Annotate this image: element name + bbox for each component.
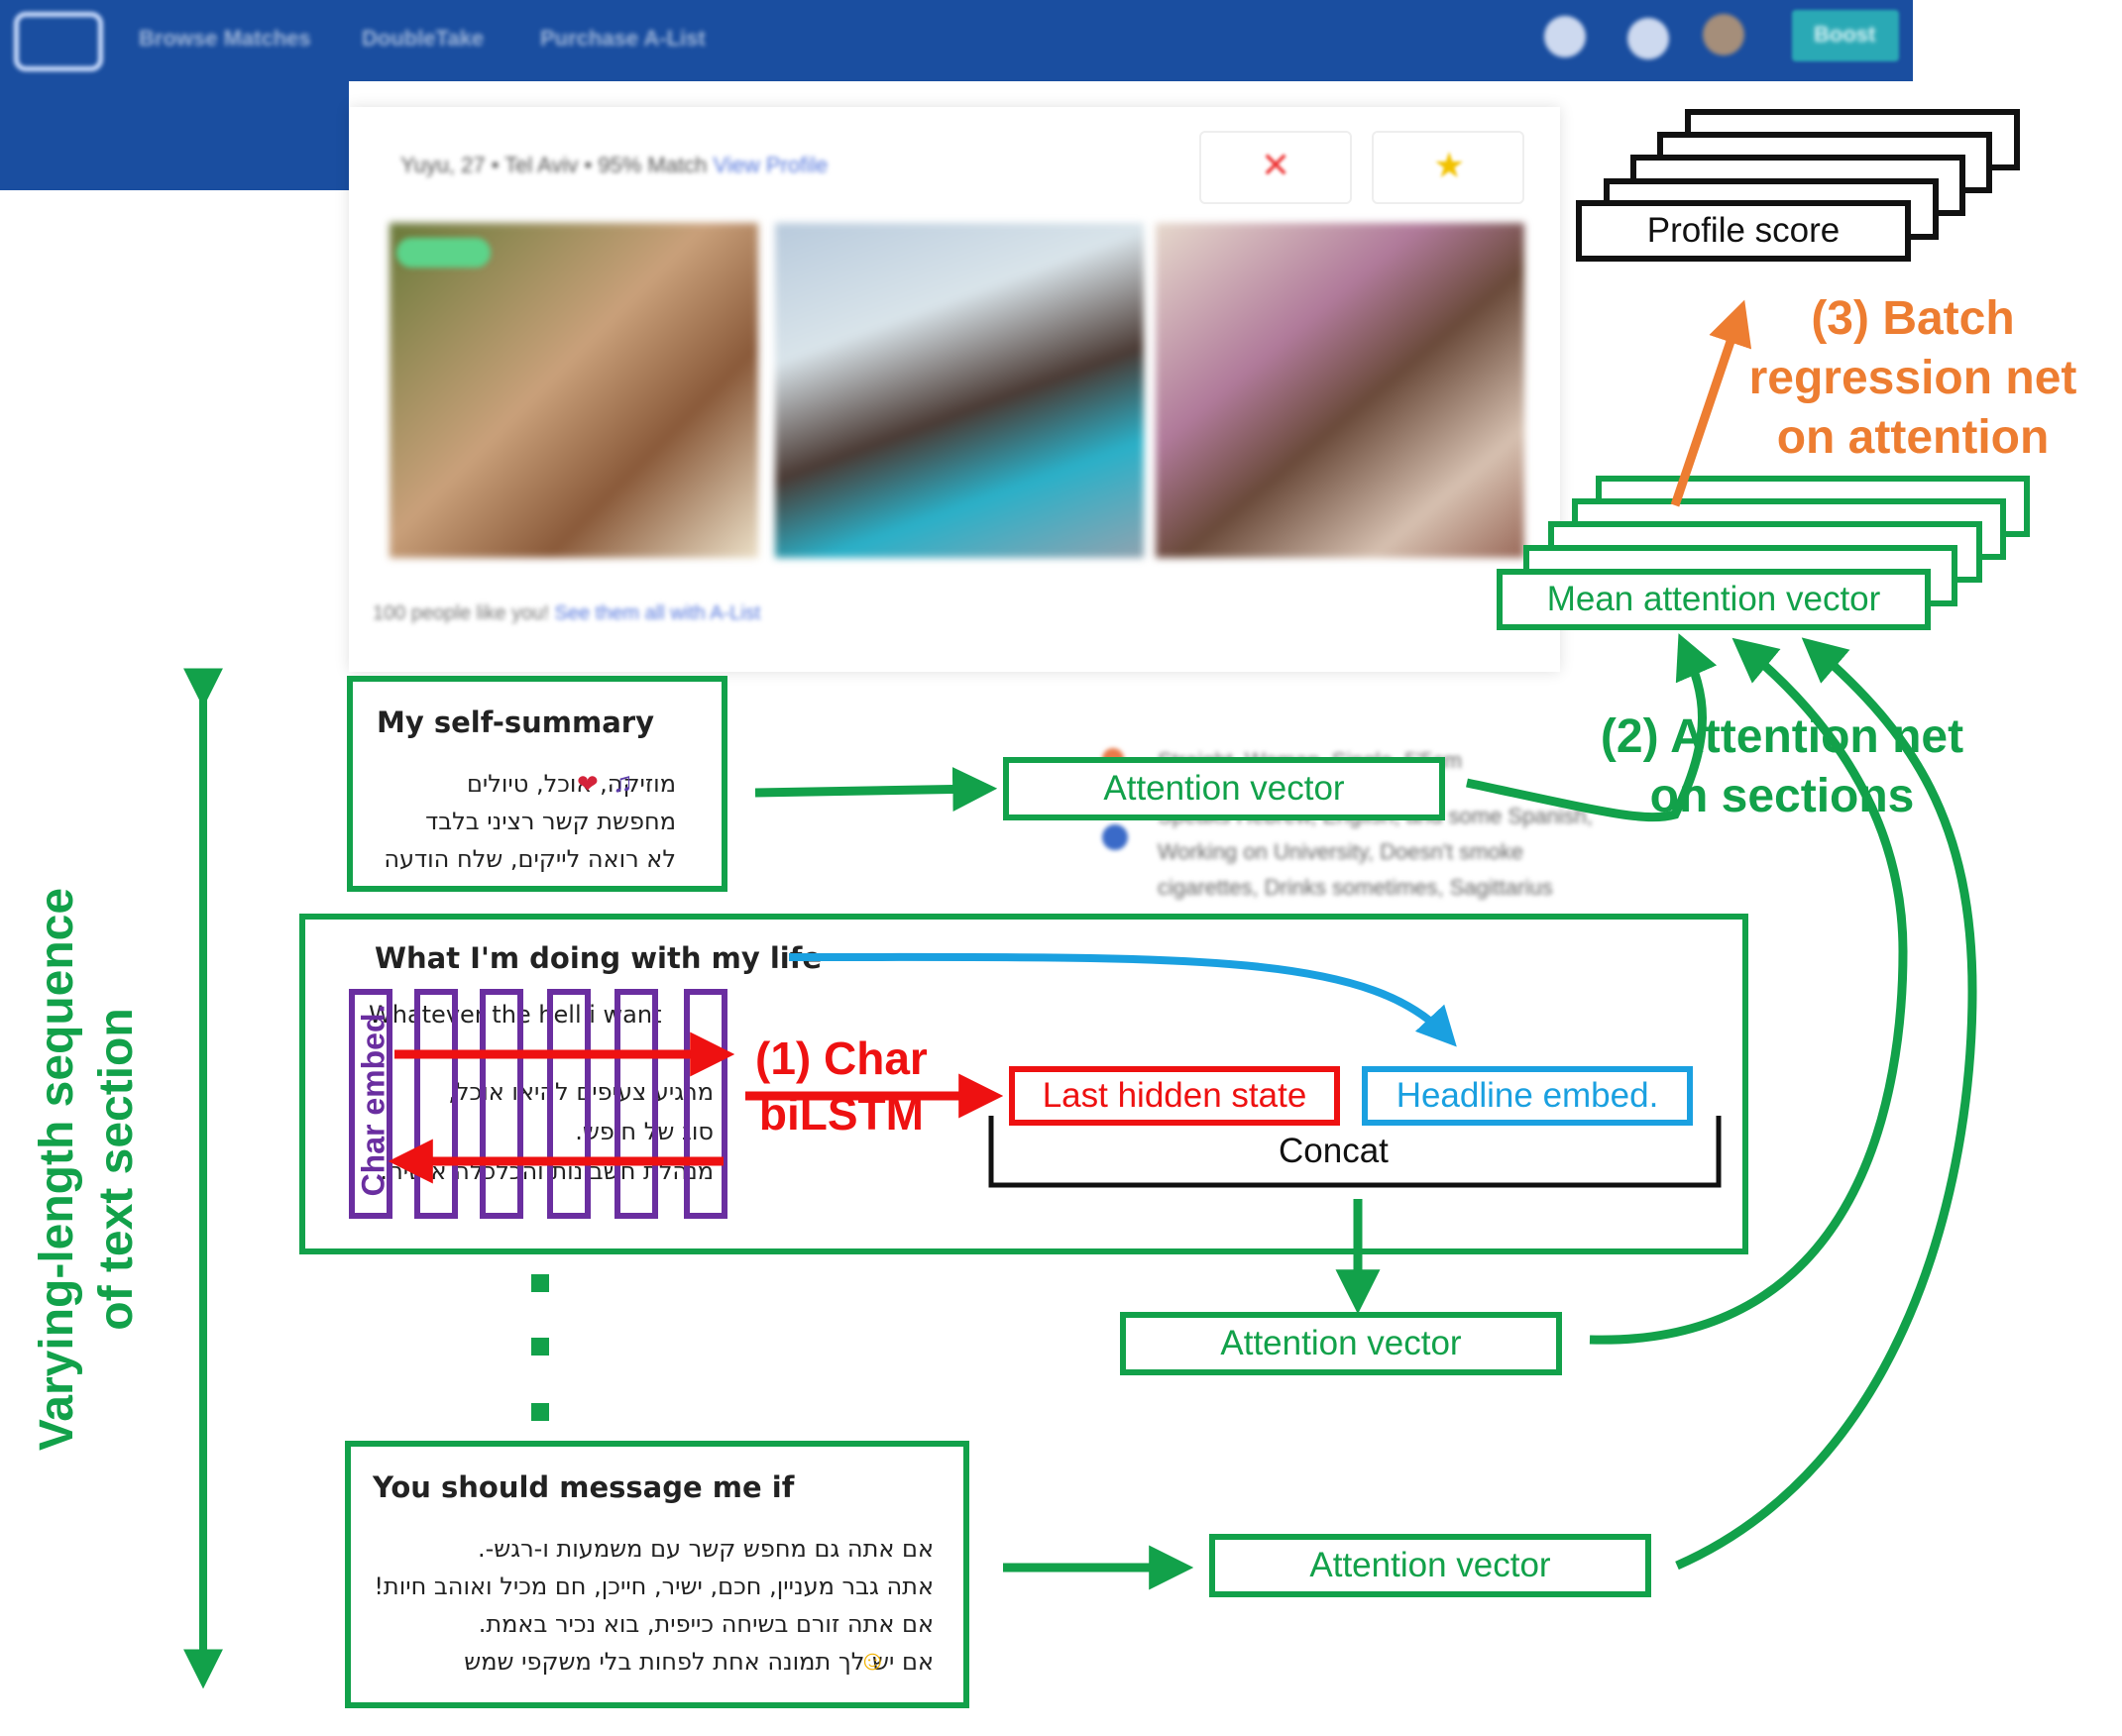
arrow-attention-3-to-mean (1675, 637, 1977, 1571)
diagram-arrows (183, 299, 1977, 1689)
arrow-headline-to-embed (788, 952, 1457, 1047)
arrow-attention-2-to-mean (1589, 637, 1908, 1345)
ellipsis-dot (531, 1338, 549, 1356)
ellipsis-dot (531, 1403, 549, 1421)
arrow-self-summary-to-attention (754, 767, 998, 813)
arrow-mean-to-score (1670, 299, 1752, 507)
arrow-attention-1-to-mean (1466, 633, 1718, 822)
ellipsis-dot (531, 1274, 549, 1292)
concat-bracket (988, 1116, 1722, 1188)
